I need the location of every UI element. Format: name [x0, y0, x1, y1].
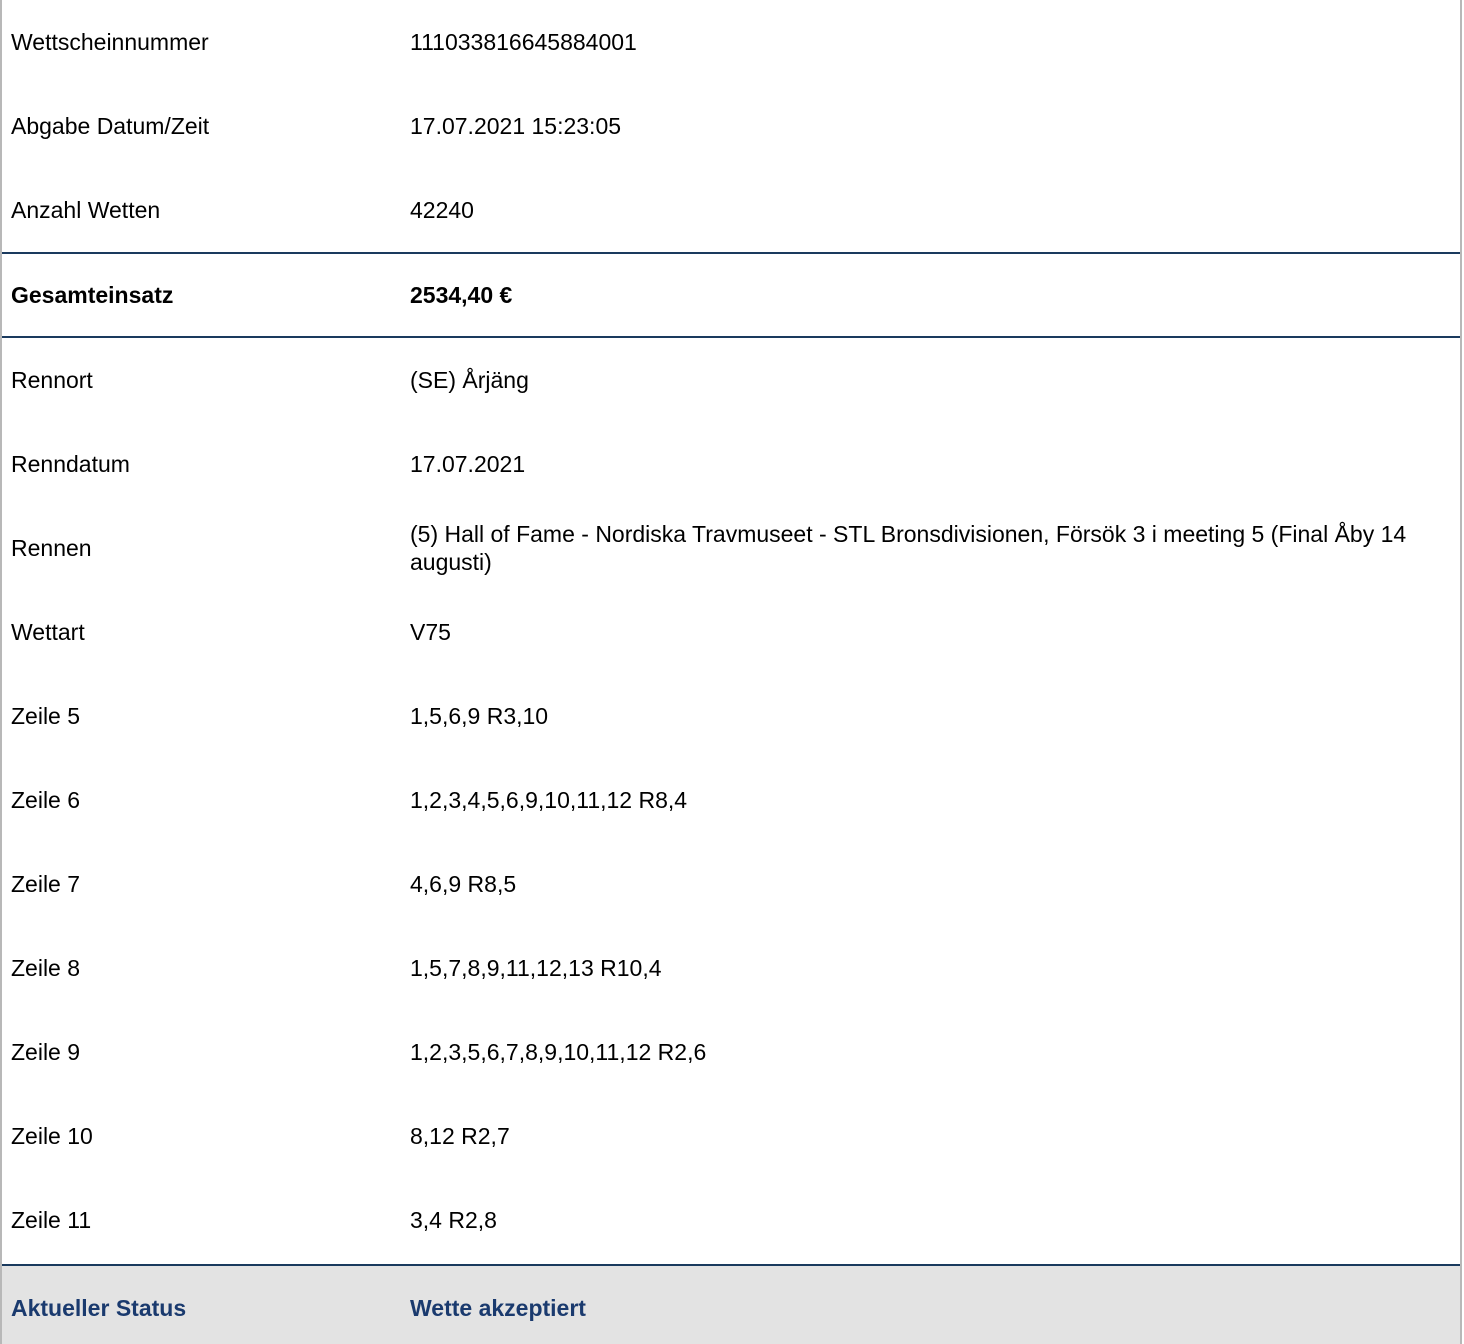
line-9-value: 1,2,3,5,6,7,8,9,10,11,12 R2,6 [410, 1039, 707, 1065]
row-line-8: Zeile 8 1,5,7,8,9,11,12,13 R10,4 [2, 926, 1460, 1010]
race-date-value: 17.07.2021 [410, 451, 526, 477]
current-status-label: Aktueller Status [11, 1295, 187, 1321]
ticket-number-label: Wettscheinnummer [11, 29, 209, 55]
line-7-label: Zeile 7 [11, 871, 81, 897]
submission-datetime-label: Abgabe Datum/Zeit [11, 113, 210, 139]
row-race-date: Renndatum 17.07.2021 [2, 422, 1460, 506]
line-10-label: Zeile 10 [11, 1123, 93, 1149]
row-bet-count: Anzahl Wetten 42240 [2, 168, 1460, 252]
row-current-status: Aktueller Status Wette akzeptiert [2, 1264, 1460, 1344]
line-7-value: 4,6,9 R8,5 [410, 871, 517, 897]
line-5-value: 1,5,6,9 R3,10 [410, 703, 549, 729]
row-line-5: Zeile 5 1,5,6,9 R3,10 [2, 674, 1460, 758]
bet-ticket-details: Wettscheinnummer 111033816645884001 Abga… [0, 0, 1462, 1344]
ticket-number-value: 111033816645884001 [410, 29, 637, 55]
row-line-9: Zeile 9 1,2,3,5,6,7,8,9,10,11,12 R2,6 [2, 1010, 1460, 1094]
venue-label: Rennort [11, 367, 93, 393]
bet-type-label: Wettart [11, 619, 85, 645]
row-bet-type: Wettart V75 [2, 590, 1460, 674]
current-status-value: Wette akzeptiert [410, 1295, 586, 1321]
race-date-label: Renndatum [11, 451, 130, 477]
bet-count-value: 42240 [410, 197, 474, 223]
row-line-7: Zeile 7 4,6,9 R8,5 [2, 842, 1460, 926]
line-8-value: 1,5,7,8,9,11,12,13 R10,4 [410, 955, 662, 981]
row-venue: Rennort (SE) Årjäng [2, 338, 1460, 422]
line-6-label: Zeile 6 [11, 787, 81, 813]
row-submission-datetime: Abgabe Datum/Zeit 17.07.2021 15:23:05 [2, 84, 1460, 168]
row-ticket-number: Wettscheinnummer 111033816645884001 [2, 0, 1460, 84]
race-value: (5) Hall of Fame - Nordiska Travmuseet -… [410, 521, 1407, 575]
row-line-6: Zeile 6 1,2,3,4,5,6,9,10,11,12 R8,4 [2, 758, 1460, 842]
bet-count-label: Anzahl Wetten [11, 197, 161, 223]
total-stake-value: 2534,40 € [410, 282, 513, 308]
line-11-value: 3,4 R2,8 [410, 1207, 497, 1233]
submission-datetime-value: 17.07.2021 15:23:05 [410, 113, 622, 139]
line-8-label: Zeile 8 [11, 955, 81, 981]
line-5-label: Zeile 5 [11, 703, 81, 729]
race-label: Rennen [11, 535, 92, 561]
row-line-10: Zeile 10 8,12 R2,7 [2, 1094, 1460, 1178]
venue-value: (SE) Årjäng [410, 367, 529, 393]
row-total-stake: Gesamteinsatz 2534,40 € [2, 252, 1460, 338]
line-11-label: Zeile 11 [11, 1207, 92, 1233]
row-line-11: Zeile 11 3,4 R2,8 [2, 1178, 1460, 1262]
row-race: Rennen (5) Hall of Fame - Nordiska Travm… [2, 506, 1460, 590]
line-9-label: Zeile 9 [11, 1039, 81, 1065]
bet-type-value: V75 [410, 619, 451, 645]
total-stake-label: Gesamteinsatz [11, 282, 174, 308]
line-6-value: 1,2,3,4,5,6,9,10,11,12 R8,4 [410, 787, 688, 813]
line-10-value: 8,12 R2,7 [410, 1123, 510, 1149]
